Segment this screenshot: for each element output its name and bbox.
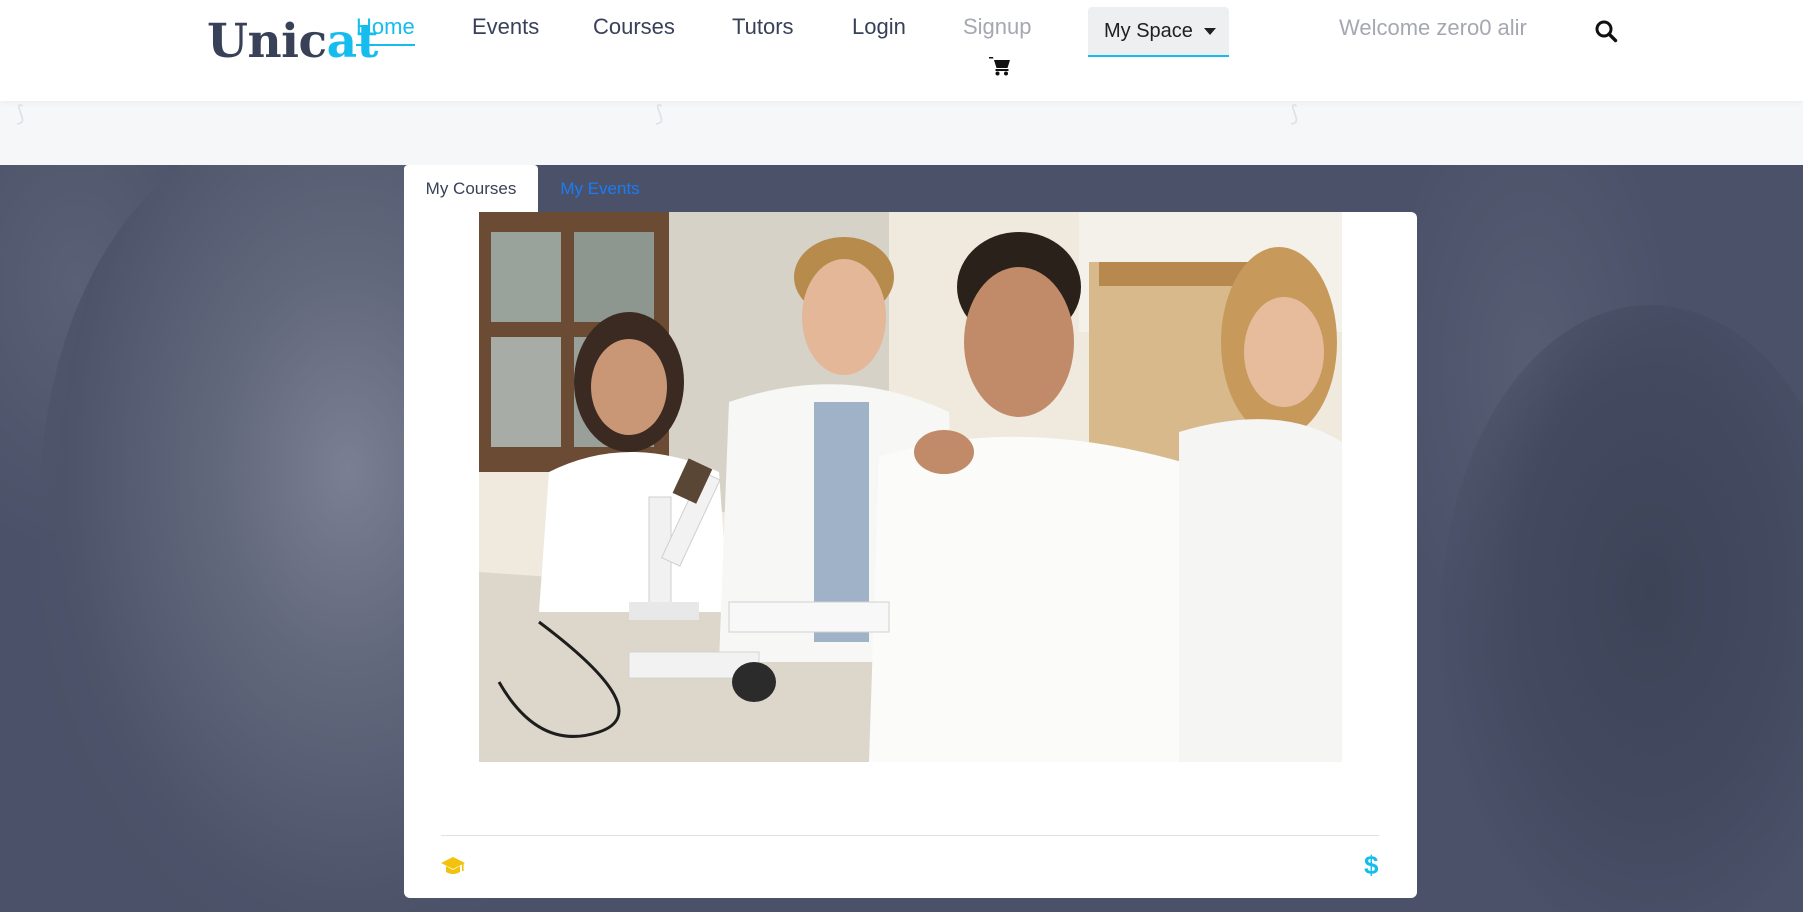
nav-home[interactable]: Home	[356, 14, 415, 46]
nav-login[interactable]: Login	[852, 14, 906, 40]
graduation-cap-icon	[441, 857, 465, 874]
tab-my-courses[interactable]: My Courses	[404, 165, 538, 212]
nav-tutors[interactable]: Tutors	[732, 14, 794, 40]
my-space-dropdown[interactable]: My Space	[1088, 7, 1229, 57]
nav-events[interactable]: Events	[472, 14, 539, 40]
site-logo[interactable]: Unicat	[207, 14, 378, 69]
search-icon[interactable]	[1594, 19, 1618, 43]
course-image[interactable]	[479, 212, 1342, 762]
tab-my-events[interactable]: My Events	[538, 165, 662, 212]
card-divider	[441, 835, 1379, 836]
course-card: $	[404, 212, 1417, 898]
logo-part-1: Unic	[207, 14, 327, 69]
site-header: Unicat Home Events Courses Tutors Login …	[0, 0, 1803, 101]
cart-icon[interactable]	[989, 56, 1011, 76]
my-space-label: My Space	[1104, 19, 1193, 42]
nav-signup[interactable]: Signup	[963, 14, 1032, 40]
caret-down-icon	[1203, 27, 1216, 35]
dollar-icon: $	[1364, 850, 1379, 880]
nav-courses[interactable]: Courses	[593, 14, 675, 40]
welcome-text: Welcome zero0 alir	[1339, 15, 1527, 40]
header-band: ⟆ ⟆ ⟆	[0, 101, 1803, 165]
